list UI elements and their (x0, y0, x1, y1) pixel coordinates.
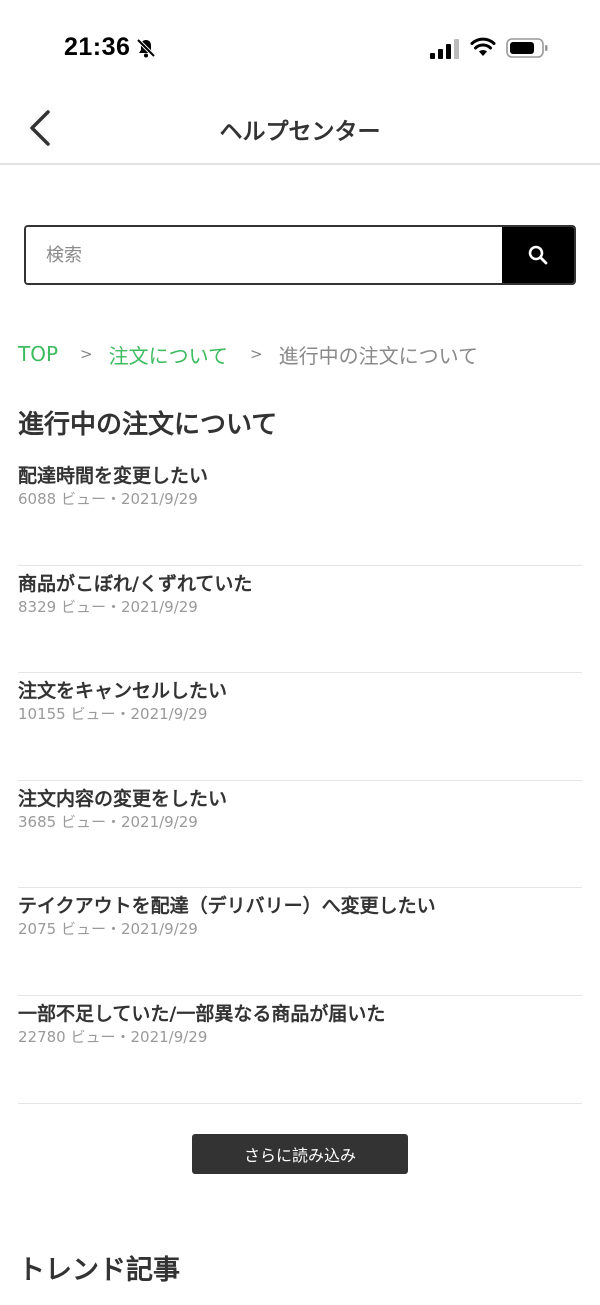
breadcrumb-top[interactable]: TOP (18, 342, 58, 366)
article-item[interactable]: 配達時間を変更したい 6088 ビュー・2021/9/29 (18, 458, 582, 566)
article-meta: 22780 ビュー・2021/9/29 (18, 1027, 208, 1046)
trend-section-title: トレンド記事 (18, 1255, 180, 1286)
signal-icon (430, 39, 459, 59)
wifi-icon (470, 37, 496, 56)
status-bar: 21:36 (0, 0, 600, 96)
breadcrumb-separator: > (80, 345, 93, 363)
article-item[interactable]: 商品がこぼれ/くずれていた 8329 ビュー・2021/9/29 (18, 566, 582, 674)
search-bar (24, 225, 576, 285)
article-list: 配達時間を変更したい 6088 ビュー・2021/9/29 商品がこぼれ/くずれ… (18, 458, 582, 1104)
nav-header: ヘルプセンター (0, 96, 600, 165)
search-button[interactable] (502, 227, 574, 283)
article-item[interactable]: 注文をキャンセルしたい 10155 ビュー・2021/9/29 (18, 673, 582, 781)
article-meta: 6088 ビュー・2021/9/29 (18, 490, 198, 508)
article-title: 商品がこぼれ/くずれていた (18, 572, 253, 595)
bell-slash-icon (136, 38, 156, 58)
article-item[interactable]: 注文内容の変更をしたい 3685 ビュー・2021/9/29 (18, 781, 582, 889)
load-more-button[interactable]: さらに読み込み (192, 1134, 408, 1174)
article-title: 注文内容の変更をしたい (18, 787, 228, 810)
status-time: 21:36 (64, 33, 131, 61)
page-title: ヘルプセンター (219, 119, 381, 145)
article-meta: 8329 ビュー・2021/9/29 (18, 597, 198, 616)
breadcrumb-current: 進行中の注文について (278, 343, 478, 368)
article-title: 注文をキャンセルしたい (18, 680, 228, 703)
breadcrumb: TOP > 注文について > 進行中の注文について (18, 340, 478, 368)
section-title: 進行中の注文について (18, 410, 278, 440)
article-title: 配達時間を変更したい (18, 465, 209, 487)
article-item[interactable]: 一部不足していた/一部異なる商品が届いた 22780 ビュー・2021/9/29 (18, 996, 582, 1104)
search-icon (528, 245, 548, 265)
article-meta: 10155 ビュー・2021/9/29 (18, 705, 208, 724)
article-item[interactable]: テイクアウトを配達（デリバリー）へ変更したい 2075 ビュー・2021/9/2… (18, 888, 582, 996)
article-meta: 3685 ビュー・2021/9/29 (18, 812, 198, 831)
article-title: 一部不足していた/一部異なる商品が届いた (18, 1002, 386, 1025)
search-input[interactable] (26, 227, 504, 283)
breadcrumb-separator: > (250, 345, 263, 363)
article-meta: 2075 ビュー・2021/9/29 (18, 920, 198, 939)
article-title: テイクアウトを配達（デリバリー）へ変更したい (18, 895, 436, 918)
battery-icon (506, 38, 548, 58)
breadcrumb-orders[interactable]: 注文について (109, 340, 228, 369)
